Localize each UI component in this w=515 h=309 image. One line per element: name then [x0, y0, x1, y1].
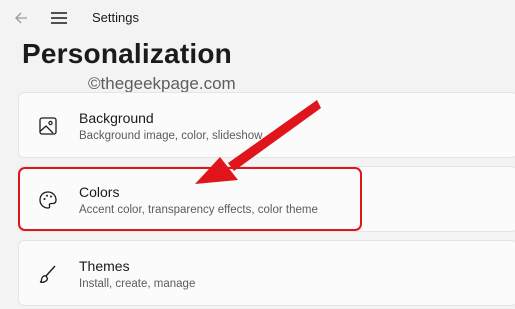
watermark: ©thegeekpage.com — [88, 74, 236, 93]
page-title: Personalization — [22, 38, 232, 69]
background-setting-card[interactable]: Background Background image, color, slid… — [18, 92, 515, 158]
hamburger-menu-icon[interactable] — [48, 8, 70, 28]
colors-setting-card[interactable]: Colors Accent color, transparency effect… — [18, 166, 515, 232]
palette-icon — [39, 191, 57, 209]
card-description: Accent color, transparency effects, colo… — [79, 204, 318, 216]
card-description: Background image, color, slideshow — [79, 130, 263, 142]
themes-setting-card[interactable]: Themes Install, create, manage — [18, 240, 515, 306]
title-bar: Settings — [0, 0, 515, 36]
card-title: Themes — [79, 258, 130, 274]
card-description: Install, create, manage — [79, 278, 196, 290]
brush-icon — [39, 265, 56, 283]
card-title: Colors — [79, 184, 120, 200]
back-arrow-icon[interactable] — [12, 8, 32, 28]
image-icon — [39, 117, 57, 135]
app-title: Settings — [92, 10, 139, 25]
card-title: Background — [79, 110, 154, 126]
